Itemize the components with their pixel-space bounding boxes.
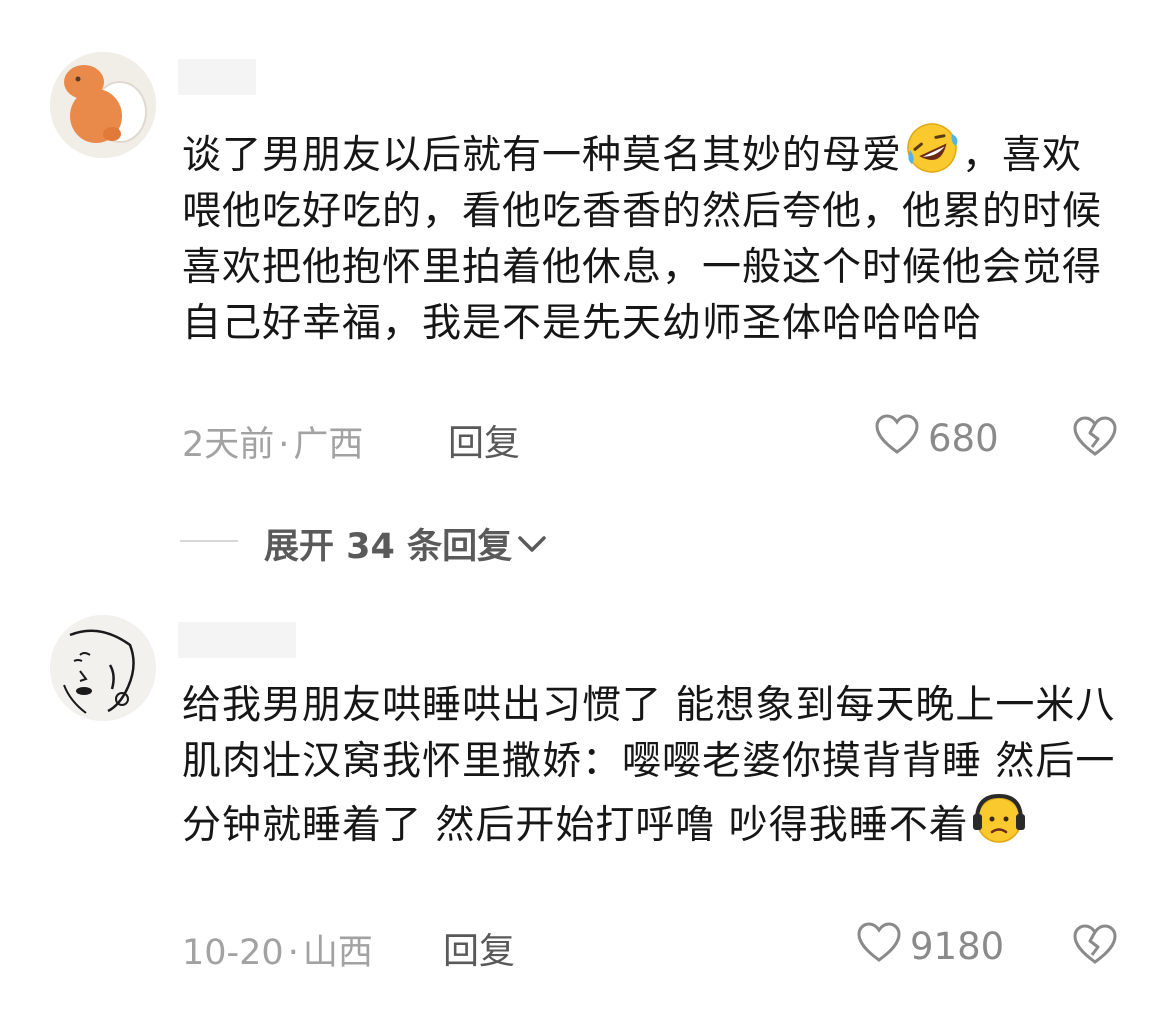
expand-replies-button[interactable]: 展开 34 条回复 (264, 518, 548, 569)
separator: · (287, 933, 299, 973)
heart-icon (856, 921, 902, 972)
rolling-laughing-emoji-icon (904, 120, 960, 176)
comment-text-part: 谈了男朋友以后就有一种莫名其妙的母爱 (182, 133, 903, 178)
chevron-down-icon (516, 524, 548, 564)
location: 山西 (302, 933, 373, 973)
username-redacted[interactable] (178, 59, 256, 95)
like-button[interactable]: 9180 (856, 921, 1004, 972)
broken-heart-icon (1073, 924, 1117, 964)
broken-heart-icon (1073, 416, 1117, 456)
like-button[interactable]: 680 (874, 413, 999, 464)
comment-text: 给我男朋友哄睡哄出习惯了 能想象到每天晚上一米八肌肉壮汉窝我怀里撒娇：嘤嘤老婆你… (182, 678, 1122, 854)
separator: · (278, 425, 290, 465)
expand-divider (180, 540, 238, 542)
reply-button[interactable]: 回复 (448, 414, 520, 466)
location: 广西 (293, 425, 364, 465)
like-count: 680 (928, 417, 999, 460)
comment-meta: 2天前 · 广西 (182, 416, 363, 467)
timestamp: 2天前 (182, 425, 275, 465)
reply-button[interactable]: 回复 (443, 922, 515, 974)
avatar[interactable] (50, 615, 156, 721)
username-redacted[interactable] (178, 622, 296, 658)
timestamp: 10-20 (182, 933, 284, 973)
heart-icon (874, 413, 920, 464)
comment-meta: 10-20 · 山西 (182, 924, 373, 975)
headphones-frown-emoji-icon (971, 790, 1027, 846)
comment-text: 谈了男朋友以后就有一种莫名其妙的母爱 ，喜欢喂他吃好吃的，看他吃香香的然后夸他，… (182, 120, 1122, 352)
expand-replies-label: 展开 34 条回复 (264, 527, 513, 567)
dislike-button[interactable] (1072, 923, 1118, 969)
avatar[interactable] (50, 52, 156, 158)
dislike-button[interactable] (1072, 415, 1118, 461)
like-count: 9180 (910, 925, 1005, 968)
